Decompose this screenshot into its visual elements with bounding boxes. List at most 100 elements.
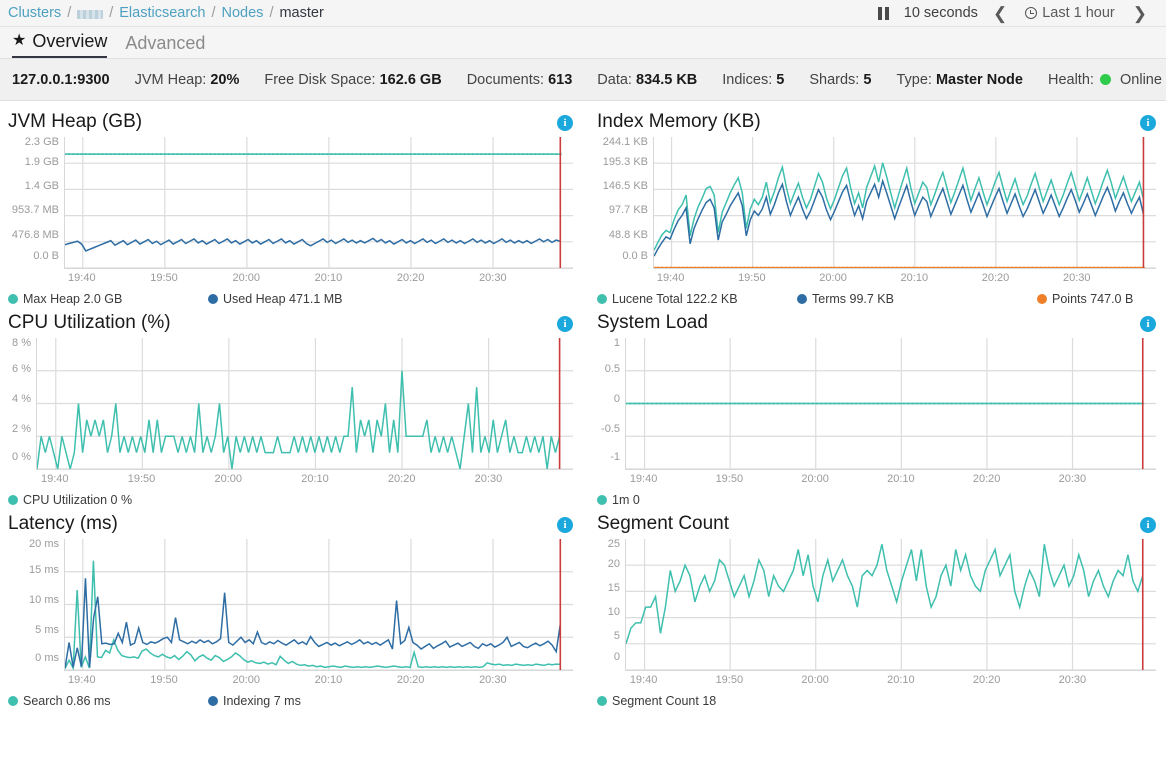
info-icon[interactable]: i: [557, 115, 573, 131]
y-axis-tick: 195.3 KB: [602, 156, 648, 169]
x-axis-tick: 19:40: [629, 673, 658, 686]
series-line: [37, 370, 560, 468]
breadcrumb-separator: /: [109, 5, 114, 21]
x-axis-tick: 19:40: [68, 271, 96, 284]
x-axis-tick: 20:00: [801, 673, 829, 686]
legend-item[interactable]: Used Heap 471.1 MB: [208, 292, 448, 306]
legend-item[interactable]: Indexing 7 ms: [208, 694, 448, 708]
y-axis-tick: 0.5: [604, 362, 620, 375]
x-axis-tick: 19:50: [150, 673, 178, 686]
y-axis: 25 20 15 10 5 0: [597, 538, 625, 671]
chart-header: CPU Utilization (%) i: [8, 312, 573, 334]
refresh-interval-label[interactable]: 10 seconds: [898, 5, 984, 21]
plot-area: 2.3 GB 1.9 GB 1.4 GB 953.7 MB 476.8 MB 0.0 B: [8, 136, 573, 269]
legend-item[interactable]: CPU Utilization 0 %: [8, 493, 132, 507]
chart-title: CPU Utilization (%): [8, 311, 171, 333]
y-axis-tick: 4 %: [12, 393, 31, 406]
previous-time-button[interactable]: ❮: [984, 0, 1016, 27]
x-axis-tick: 20:10: [301, 472, 329, 485]
legend-item[interactable]: Points 747.0 B: [1037, 292, 1133, 306]
plot-area: 8 % 6 % 4 % 2 % 0 %: [8, 337, 573, 470]
plot-canvas[interactable]: [64, 136, 573, 269]
tab-overview-label: Overview: [32, 31, 108, 51]
y-axis: 20 ms 15 ms 10 ms 5 ms 0 ms: [8, 537, 64, 671]
plot-canvas[interactable]: [653, 136, 1156, 269]
chart-legend: Segment Count 18: [597, 694, 1156, 708]
plot-canvas[interactable]: [625, 337, 1156, 470]
x-axis: 19:40 19:50 20:00 20:10 20:20 20:30: [653, 272, 1156, 286]
legend-color-dot: [8, 293, 18, 304]
info-icon[interactable]: i: [557, 315, 573, 332]
breadcrumb-item-nodes[interactable]: Nodes: [222, 5, 264, 21]
chevron-left-icon: ❮: [992, 3, 1008, 23]
legend-item[interactable]: Lucene Total 122.2 KB: [597, 292, 797, 306]
legend-item[interactable]: Terms 99.7 KB: [797, 292, 1037, 306]
breadcrumb-item-elasticsearch[interactable]: Elasticsearch: [119, 5, 205, 21]
y-axis-tick: -1: [610, 450, 620, 463]
pause-button[interactable]: [869, 0, 898, 27]
chart-title: JVM Heap (GB): [8, 111, 143, 132]
legend-color-dot: [8, 695, 18, 706]
info-icon[interactable]: i: [1140, 315, 1156, 332]
x-axis-tick: 20:00: [819, 271, 847, 284]
status-badge: Health: Online: [1048, 72, 1162, 88]
chart-title: System Load: [597, 311, 708, 333]
tab-advanced[interactable]: Advanced: [125, 33, 205, 58]
info-icon[interactable]: i: [1140, 115, 1156, 131]
x-axis-tick: 20:30: [1058, 673, 1087, 686]
plot-canvas[interactable]: [64, 538, 573, 671]
chart-panel: Segment Count i 25 20 15 10 5 0 19:40 19:50 20:00 2…: [583, 507, 1166, 708]
stat-indices: Indices: 5: [722, 71, 785, 88]
breadcrumb-item-clusters[interactable]: Clusters: [8, 5, 61, 21]
next-time-button[interactable]: ❯: [1124, 0, 1156, 27]
y-axis: 2.3 GB 1.9 GB 1.4 GB 953.7 MB 476.8 MB 0.0 B: [8, 136, 64, 269]
x-axis-tick: 20:00: [232, 673, 260, 686]
chart-panel: JVM Heap (GB) i 2.3 GB 1.9 GB 1.4 GB 953.7 MB…: [0, 105, 583, 306]
y-axis-tick: 5 ms: [35, 624, 59, 637]
x-axis-tick: 19:40: [41, 472, 69, 485]
chart-header: JVM Heap (GB) i: [8, 111, 573, 133]
x-axis: 19:40 19:50 20:00 20:10 20:20 20:30: [625, 674, 1156, 688]
tab-overview[interactable]: ★ Overview: [12, 31, 108, 58]
chart-legend: CPU Utilization 0 %: [8, 493, 573, 507]
y-axis-tick: 953.7 MB: [11, 204, 59, 217]
time-range-button[interactable]: Last 1 hour: [1016, 0, 1124, 27]
info-icon[interactable]: i: [1140, 516, 1156, 533]
x-axis: 19:40 19:50 20:00 20:10 20:20 20:30: [625, 473, 1156, 487]
x-axis-tick: 20:30: [479, 673, 507, 686]
y-axis-tick: 10 ms: [29, 594, 59, 607]
y-axis: 1 0.5 0 -0.5 -1: [597, 337, 625, 470]
legend-item[interactable]: Segment Count 18: [597, 694, 716, 708]
y-axis-tick: 0: [613, 651, 620, 664]
chart-header: Index Memory (KB) i: [597, 111, 1156, 133]
tab-bar: ★ Overview Advanced: [0, 27, 1166, 59]
series-line: [65, 238, 560, 251]
x-axis-tick: 20:00: [232, 271, 260, 284]
legend-item[interactable]: 1m 0: [597, 493, 640, 507]
legend-label: Lucene Total 122.2 KB: [612, 291, 738, 306]
y-axis-tick: 20 ms: [29, 537, 59, 550]
x-axis-tick: 20:00: [214, 472, 242, 485]
chevron-right-icon: ❯: [1132, 3, 1147, 23]
plot-canvas[interactable]: [36, 337, 573, 470]
y-axis-tick: 15: [607, 581, 620, 594]
legend-color-dot: [797, 293, 807, 304]
x-axis: 19:40 19:50 20:00 20:10 20:20 20:30: [64, 674, 573, 688]
x-axis-tick: 19:50: [738, 271, 766, 284]
y-axis-tick: -0.5: [601, 423, 620, 436]
chart-legend: Search 0.86 ms Indexing 7 ms: [8, 694, 573, 708]
y-axis-tick: 476.8 MB: [11, 228, 59, 241]
chart-panel: System Load i 1 0.5 0 -0.5 -1 19:40 19:50 20:00 20…: [583, 306, 1166, 507]
x-axis-tick: 20:30: [1058, 472, 1087, 485]
star-icon: ★: [12, 31, 27, 49]
plot-canvas[interactable]: [625, 538, 1156, 671]
info-icon[interactable]: i: [557, 516, 573, 533]
y-axis-tick: 0 %: [12, 450, 31, 463]
legend-item[interactable]: Search 0.86 ms: [8, 694, 208, 708]
breadcrumb-item-cluster-name-redacted[interactable]: [77, 9, 104, 19]
x-axis-tick: 20:00: [801, 472, 829, 485]
y-axis-tick: 5: [613, 630, 620, 643]
y-axis-tick: 6 %: [12, 362, 31, 375]
legend-item[interactable]: Max Heap 2.0 GB: [8, 292, 208, 306]
breadcrumb-item-master: master: [279, 5, 324, 21]
